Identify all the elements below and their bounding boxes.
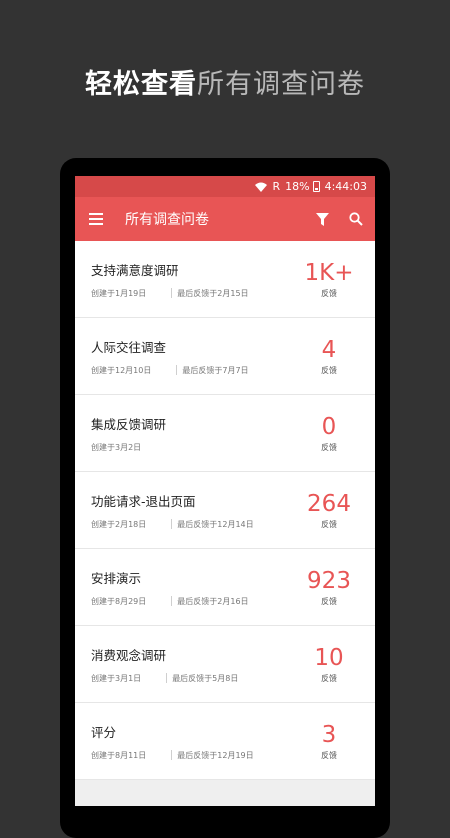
- survey-row[interactable]: 集成反馈调研 创建于3月2日 0 反馈: [75, 395, 375, 472]
- last-feedback-date: 最后反馈于2月16日: [177, 596, 249, 606]
- roaming-indicator: R: [272, 180, 281, 193]
- survey-name: 功能请求-退出页面: [91, 493, 196, 509]
- menu-icon[interactable]: [89, 213, 103, 225]
- survey-row[interactable]: 支持满意度调研 创建于1月19日 最后反馈于2月15日 1K+ 反馈: [75, 241, 375, 318]
- last-feedback-date: 最后反馈于2月15日: [177, 288, 249, 298]
- wifi-icon: [255, 182, 268, 192]
- created-date: 创建于8月11日: [91, 750, 147, 760]
- page-title: 所有调查问卷: [125, 212, 209, 228]
- created-date: 创建于8月29日: [91, 596, 147, 606]
- promo-headline: 轻松查看所有调查问卷: [0, 62, 450, 101]
- feedback-count: 0: [321, 413, 337, 440]
- status-bar: R 18% 4:44:03: [75, 176, 375, 197]
- feedback-count: 923: [307, 567, 351, 594]
- survey-row[interactable]: 安排演示 创建于8月29日 最后反馈于2月16日 923 反馈: [75, 549, 375, 626]
- survey-list: 支持满意度调研 创建于1月19日 最后反馈于2月15日 1K+ 反馈 人际交往调查…: [75, 241, 375, 780]
- headline-light: 所有调查问卷: [197, 69, 365, 100]
- last-feedback-date: 最后反馈于5月8日: [172, 673, 239, 683]
- feedback-label: 反馈: [321, 596, 337, 606]
- feedback-label: 反馈: [321, 673, 337, 683]
- survey-row[interactable]: 消费观念调研 创建于3月1日 最后反馈于5月8日 10 反馈: [75, 626, 375, 703]
- created-date: 创建于1月19日: [91, 288, 147, 298]
- clock: 4:44:03: [324, 180, 367, 193]
- survey-name: 评分: [91, 724, 117, 740]
- app-screen: R 18% 4:44:03 所有调查问卷 支持满意度调研 创建于1月19日 最后反…: [75, 176, 375, 806]
- survey-row[interactable]: 人际交往调查 创建于12月10日 最后反馈于7月7日 4 反馈: [75, 318, 375, 395]
- created-date: 创建于3月1日: [91, 673, 142, 683]
- survey-name: 消费观念调研: [91, 647, 167, 663]
- feedback-count: 3: [321, 721, 337, 748]
- created-date: 创建于12月10日: [91, 365, 152, 375]
- survey-name: 支持满意度调研: [91, 262, 179, 278]
- feedback-count: 4: [321, 336, 337, 363]
- last-feedback-date: 最后反馈于12月14日: [177, 519, 254, 529]
- survey-row[interactable]: 功能请求-退出页面 创建于2月18日 最后反馈于12月14日 264 反馈: [75, 472, 375, 549]
- survey-row[interactable]: 评分 创建于8月11日 最后反馈于12月19日 3 反馈: [75, 703, 375, 780]
- headline-strong: 轻松查看: [85, 69, 197, 100]
- feedback-label: 反馈: [321, 750, 337, 760]
- survey-name: 人际交往调查: [91, 339, 167, 355]
- battery-percent: 18%: [285, 180, 310, 193]
- feedback-label: 反馈: [321, 442, 337, 452]
- created-date: 创建于2月18日: [91, 519, 147, 529]
- survey-name: 安排演示: [91, 570, 142, 586]
- battery-icon: [312, 181, 320, 192]
- feedback-label: 反馈: [321, 519, 337, 529]
- feedback-label: 反馈: [321, 288, 337, 298]
- created-date: 创建于3月2日: [91, 442, 142, 452]
- feedback-count: 264: [307, 490, 351, 517]
- last-feedback-date: 最后反馈于7月7日: [182, 365, 249, 375]
- feedback-count: 1K+: [304, 259, 354, 286]
- search-icon[interactable]: [347, 210, 365, 228]
- feedback-count: 10: [314, 644, 344, 671]
- last-feedback-date: 最后反馈于12月19日: [177, 750, 254, 760]
- survey-name: 集成反馈调研: [91, 416, 167, 432]
- filter-icon[interactable]: [313, 210, 331, 228]
- app-bar: 所有调查问卷: [75, 197, 375, 241]
- feedback-label: 反馈: [321, 365, 337, 375]
